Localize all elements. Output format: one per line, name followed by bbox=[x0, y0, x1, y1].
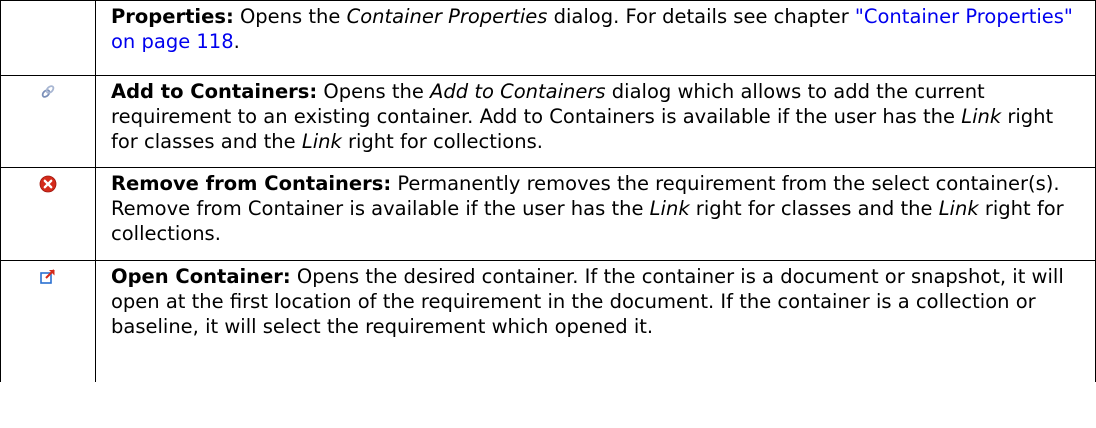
right-name: Link bbox=[938, 197, 979, 220]
right-name: Link bbox=[301, 130, 342, 153]
table-row: Add to Containers: Opens the Add to Cont… bbox=[0, 75, 1096, 168]
right-name: Link bbox=[961, 105, 1002, 128]
open-external-icon bbox=[39, 267, 57, 285]
description-cell: Open Container: Opens the desired contai… bbox=[95, 260, 1096, 382]
table-row: Remove from Containers: Permanently remo… bbox=[0, 167, 1096, 261]
description-text: Opens the bbox=[317, 80, 431, 103]
table-row: Open Container: Opens the desired contai… bbox=[0, 260, 1096, 382]
term-label: Add to Containers: bbox=[111, 80, 318, 103]
description-cell: Remove from Containers: Permanently remo… bbox=[95, 167, 1096, 261]
link-chain-icon bbox=[39, 82, 57, 100]
icon-cell bbox=[0, 75, 96, 168]
remove-red-x-icon bbox=[39, 174, 57, 193]
term-label: Remove from Containers: bbox=[111, 172, 392, 195]
table-row: Properties: Opens the Container Properti… bbox=[0, 0, 1096, 76]
description-cell: Add to Containers: Opens the Add to Cont… bbox=[95, 75, 1096, 168]
dialog-name: Add to Containers bbox=[430, 80, 606, 103]
icon-cell bbox=[0, 0, 96, 76]
toolbar-description-table: Properties: Opens the Container Properti… bbox=[0, 0, 1096, 382]
term-label: Open Container: bbox=[111, 265, 291, 288]
icon-cell bbox=[0, 167, 96, 261]
right-name: Link bbox=[649, 197, 690, 220]
description-text: . bbox=[233, 30, 240, 53]
description-text: right for collections. bbox=[341, 130, 543, 153]
icon-cell bbox=[0, 260, 96, 382]
term-label: Properties: bbox=[111, 5, 234, 28]
dialog-name: Container Properties bbox=[346, 5, 548, 28]
description-text: Opens the bbox=[233, 5, 347, 28]
description-cell: Properties: Opens the Container Properti… bbox=[95, 0, 1096, 76]
description-text: dialog. For details see chapter bbox=[547, 5, 855, 28]
description-text: right for classes and the bbox=[689, 197, 939, 220]
